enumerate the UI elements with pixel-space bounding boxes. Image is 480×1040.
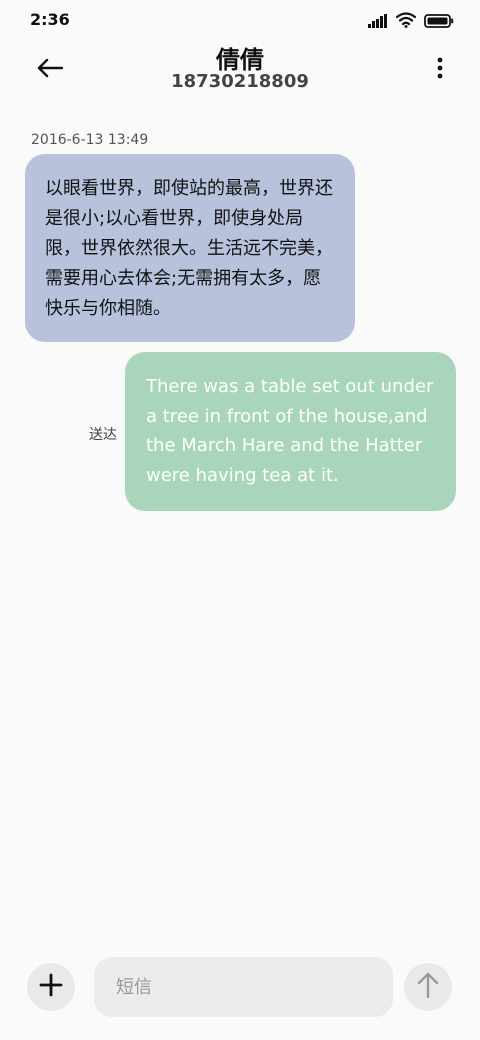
send-button[interactable] <box>404 963 452 1011</box>
received-message-bubble[interactable]: 以眼看世界，即使站的最高，世界还是很小;以心看世界，即使身处局限，世界依然很大。… <box>25 154 355 342</box>
sent-message-bubble[interactable]: There was a table set out under a tree i… <box>125 352 456 511</box>
status-icons <box>368 12 454 32</box>
message-input[interactable] <box>94 957 393 1017</box>
battery-icon <box>424 13 454 32</box>
message-text: There was a table set out under a tree i… <box>146 376 434 486</box>
contact-number: 18730218809 <box>171 71 309 92</box>
message-composer <box>0 950 480 1030</box>
delivery-status: 送达 <box>89 427 117 443</box>
conversation-header: 倩倩 18730218809 <box>0 40 480 110</box>
wifi-icon <box>395 12 417 32</box>
signal-icon <box>368 13 388 32</box>
message-text: 以眼看世界，即使站的最高，世界还是很小;以心看世界，即使身处局限，世界依然很大。… <box>45 178 333 319</box>
plus-icon <box>39 973 63 1001</box>
contact-name: 倩倩 <box>216 46 264 74</box>
more-options-button[interactable] <box>430 52 450 88</box>
more-vertical-icon <box>437 57 443 83</box>
attach-button[interactable] <box>27 963 75 1011</box>
send-arrow-icon <box>417 972 439 1002</box>
status-bar: 2:36 <box>0 0 480 40</box>
status-time: 2:36 <box>30 10 70 29</box>
message-timestamp: 2016-6-13 13:49 <box>31 132 149 148</box>
